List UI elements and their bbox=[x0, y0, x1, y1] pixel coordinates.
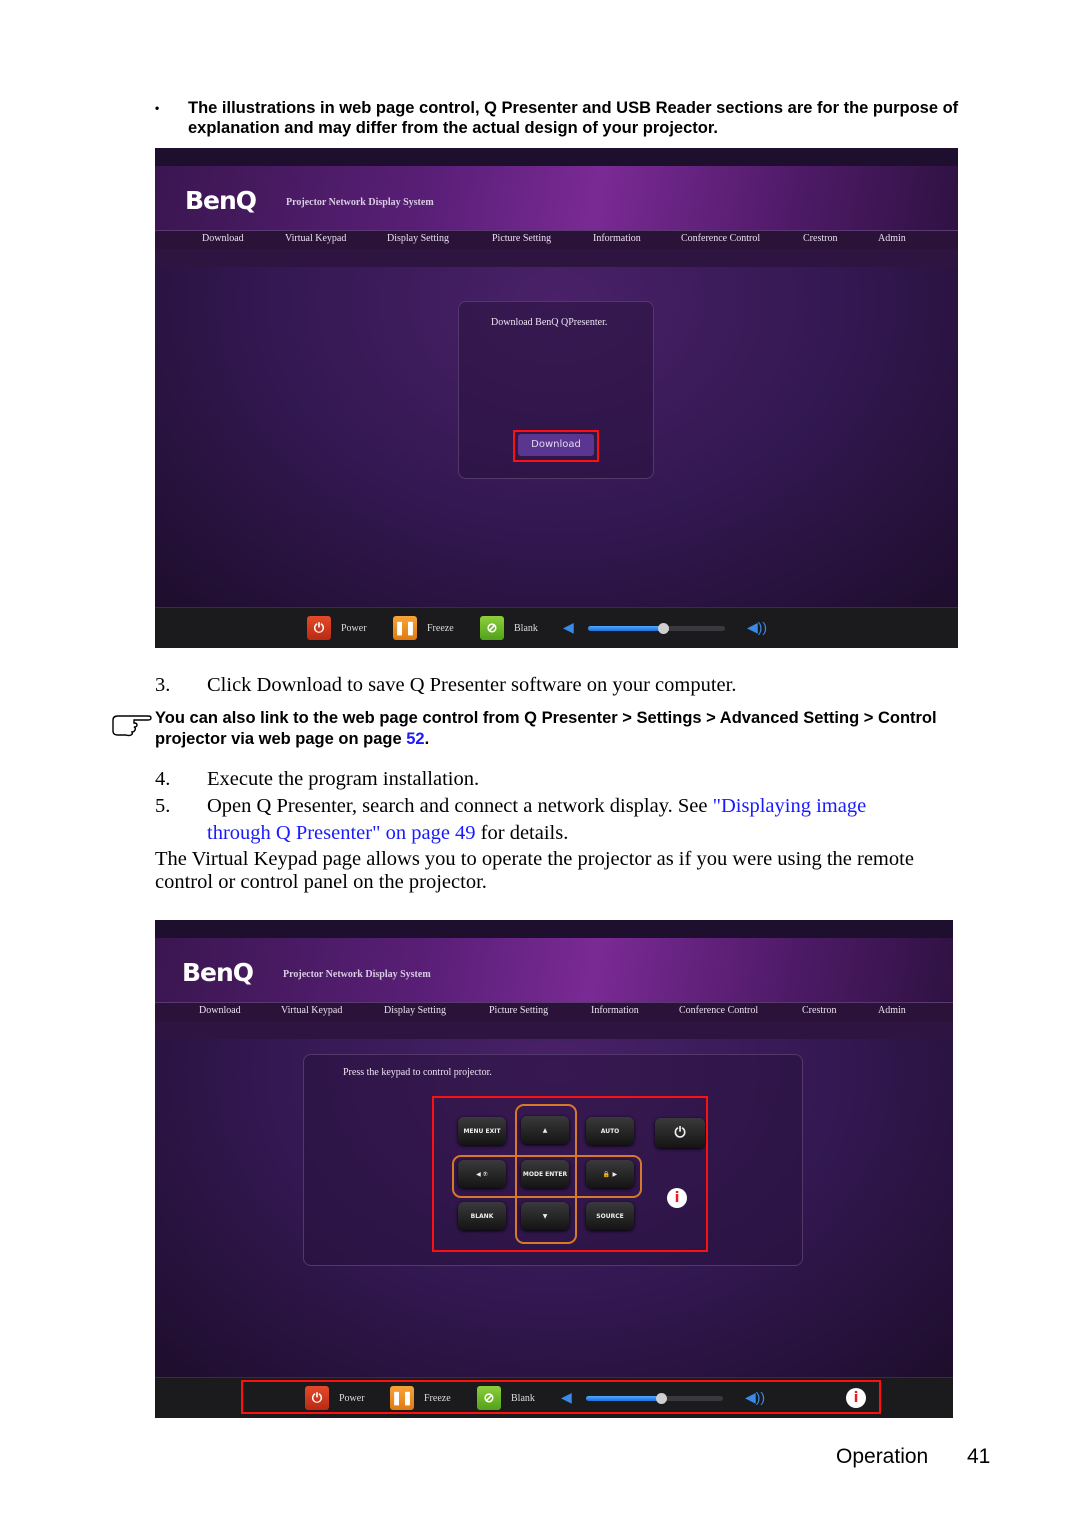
nav-crestron[interactable]: Crestron bbox=[802, 1003, 836, 1019]
webui-subtitle: Projector Network Display System bbox=[283, 969, 431, 980]
blank-control[interactable]: ⊘ Blank bbox=[480, 616, 538, 640]
panel-text: Download BenQ QPresenter. bbox=[491, 317, 608, 328]
bullet: • bbox=[155, 101, 160, 115]
pause-icon: ❚❚ bbox=[393, 616, 417, 640]
nav-virtual-keypad[interactable]: Virtual Keypad bbox=[281, 1003, 342, 1019]
blank-icon: ⊘ bbox=[480, 616, 504, 640]
power-icon: ⏻ bbox=[307, 616, 331, 640]
webui-footer: ⏻ Power ❚❚ Freeze ⊘ Blank ◀ ◀)) i bbox=[155, 1377, 953, 1418]
webui-nav: Download Virtual Keypad Display Setting … bbox=[155, 230, 958, 250]
keypad-highlight-box bbox=[432, 1096, 708, 1252]
webui-footer: ⏻ Power ❚❚ Freeze ⊘ Blank ◀ ◀)) bbox=[155, 607, 958, 648]
nav-download[interactable]: Download bbox=[202, 231, 244, 247]
volume-low-icon[interactable]: ◀ bbox=[563, 619, 574, 636]
note-text: The illustrations in web page control, Q… bbox=[188, 99, 959, 137]
nav-crestron[interactable]: Crestron bbox=[803, 231, 837, 247]
freeze-control[interactable]: ❚❚ Freeze bbox=[393, 616, 454, 640]
nav-admin[interactable]: Admin bbox=[878, 231, 906, 247]
webui-header: BenQ Projector Network Display System bbox=[155, 938, 953, 1002]
tip-note: You can also link to the web page contro… bbox=[155, 709, 937, 748]
nav-virtual-keypad[interactable]: Virtual Keypad bbox=[285, 231, 346, 247]
tip-page-link[interactable]: 52 bbox=[406, 730, 424, 748]
webui-subtitle: Projector Network Display System bbox=[286, 197, 434, 208]
virtual-keypad-paragraph: The Virtual Keypad page allows you to op… bbox=[155, 848, 914, 893]
panel-text: Press the keypad to control projector. bbox=[343, 1067, 492, 1078]
power-control[interactable]: ⏻ Power bbox=[307, 616, 367, 640]
nav-information[interactable]: Information bbox=[591, 1003, 639, 1019]
nav-picture-setting[interactable]: Picture Setting bbox=[489, 1003, 548, 1019]
footer-highlight-box bbox=[241, 1380, 881, 1414]
nav-download[interactable]: Download bbox=[199, 1003, 241, 1019]
webui-header: BenQ Projector Network Display System bbox=[155, 166, 958, 230]
volume-slider[interactable] bbox=[588, 623, 725, 634]
nav-picture-setting[interactable]: Picture Setting bbox=[492, 231, 551, 247]
volume-thumb[interactable] bbox=[658, 623, 670, 634]
screenshot-virtual-keypad: BenQ Projector Network Display System Do… bbox=[155, 920, 953, 1418]
benq-logo: BenQ bbox=[182, 958, 254, 987]
nav-display-setting[interactable]: Display Setting bbox=[384, 1003, 446, 1019]
nav-display-setting[interactable]: Display Setting bbox=[387, 231, 449, 247]
benq-logo: BenQ bbox=[185, 186, 257, 215]
highlight-box bbox=[513, 430, 599, 462]
screenshot-download-page: BenQ Projector Network Display System Do… bbox=[155, 148, 958, 648]
nav-conference-control[interactable]: Conference Control bbox=[681, 231, 760, 247]
webui-nav: Download Virtual Keypad Display Setting … bbox=[155, 1002, 953, 1022]
page-number: 41 bbox=[967, 1445, 991, 1468]
pointing-hand-icon bbox=[112, 715, 152, 737]
nav-information[interactable]: Information bbox=[593, 231, 641, 247]
volume-high-icon[interactable]: ◀)) bbox=[747, 619, 767, 636]
volume-fill bbox=[588, 626, 664, 631]
nav-admin[interactable]: Admin bbox=[878, 1003, 906, 1019]
section-name: Operation bbox=[836, 1445, 929, 1468]
nav-conference-control[interactable]: Conference Control bbox=[679, 1003, 758, 1019]
